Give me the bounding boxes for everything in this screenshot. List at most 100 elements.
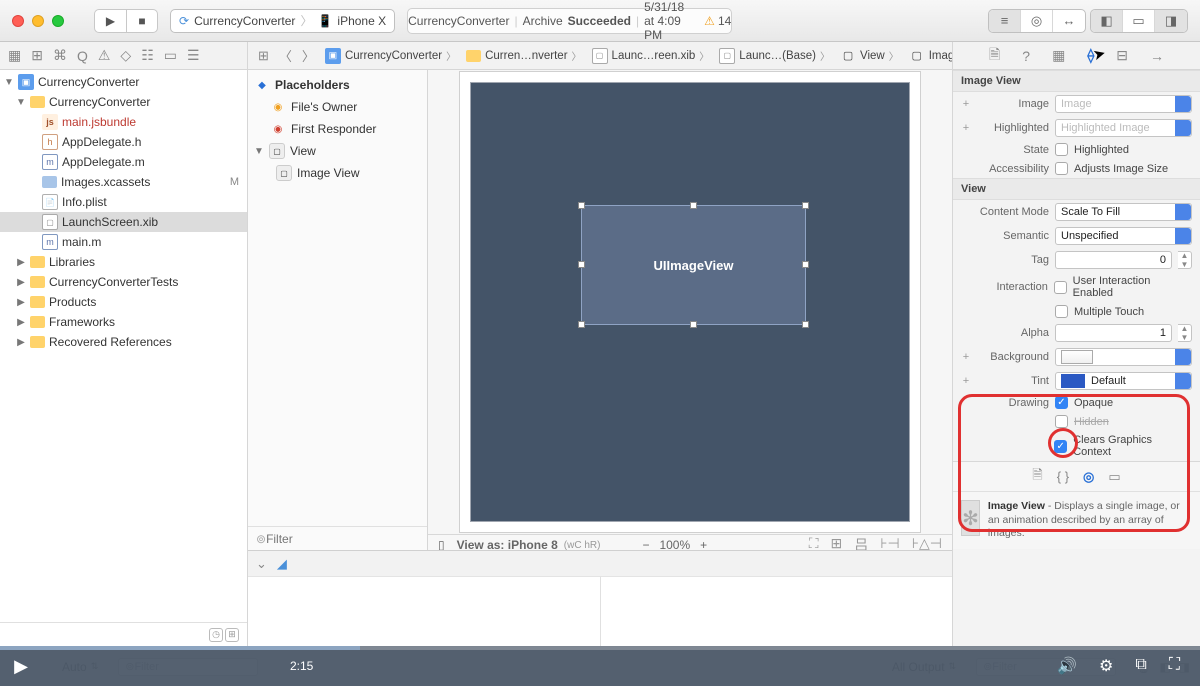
volume-icon[interactable]: 🔊: [1057, 656, 1077, 676]
tag-stepper[interactable]: ▲▼: [1178, 251, 1192, 269]
hidden-checkbox[interactable]: [1055, 415, 1068, 428]
source-control-nav-icon[interactable]: ⊞: [31, 47, 43, 64]
console-output[interactable]: [601, 576, 953, 646]
code-snippet-library-icon[interactable]: { }: [1057, 469, 1069, 484]
tree-file-launchscreen[interactable]: ▢LaunchScreen.xib: [0, 212, 247, 232]
quick-help-icon[interactable]: ?: [1018, 48, 1034, 64]
report-nav-icon[interactable]: ☰: [187, 47, 200, 64]
outline-files-owner[interactable]: ◉File's Owner: [248, 96, 427, 118]
opaque-checkbox[interactable]: ✓: [1055, 396, 1068, 409]
standard-editor-icon[interactable]: ≡: [989, 10, 1021, 32]
project-nav-icon[interactable]: ▦: [8, 47, 21, 64]
outline-placeholders-header[interactable]: ◆Placeholders: [248, 74, 427, 96]
variables-view[interactable]: [248, 576, 601, 646]
stop-button[interactable]: ■: [126, 9, 158, 33]
test-nav-icon[interactable]: ◇: [120, 47, 131, 64]
background-color-well[interactable]: [1055, 348, 1192, 366]
resize-handle[interactable]: [578, 321, 585, 328]
warnings-indicator[interactable]: ⚠14: [704, 14, 731, 28]
breadcrumb-view[interactable]: ▢View〉: [836, 48, 903, 64]
minimize-window-button[interactable]: [32, 15, 44, 27]
tree-group-frameworks[interactable]: ▶Frameworks: [0, 312, 247, 332]
outline-first-responder[interactable]: ◉First Responder: [248, 118, 427, 140]
scm-filter-icon[interactable]: ⊞: [225, 628, 239, 642]
size-inspector-icon[interactable]: ⊟: [1112, 47, 1132, 64]
navigator-filter-bar[interactable]: ◷ ⊞: [0, 622, 247, 646]
connections-inspector-icon[interactable]: →: [1146, 48, 1168, 64]
tree-group-products[interactable]: ▶Products: [0, 292, 247, 312]
library-item-image-view[interactable]: ✻ Image View - Displays a single image, …: [953, 491, 1200, 549]
resize-handle[interactable]: [578, 202, 585, 209]
file-template-library-icon[interactable]: 🗎: [1032, 466, 1042, 488]
content-mode-select[interactable]: Scale To Fill: [1055, 203, 1192, 221]
file-inspector-icon[interactable]: 🗎: [985, 44, 1004, 68]
clock-filter-icon[interactable]: ◷: [209, 628, 223, 642]
tag-field[interactable]: 0: [1055, 251, 1172, 269]
related-items-icon[interactable]: ⊞: [254, 48, 273, 64]
tree-file-appdelegate-h[interactable]: hAppDelegate.h: [0, 132, 247, 152]
tint-color-well[interactable]: Default: [1055, 372, 1192, 390]
breakpoint-nav-icon[interactable]: ▭: [164, 47, 177, 64]
video-progress-track[interactable]: [0, 646, 1200, 650]
clears-graphics-checkbox[interactable]: ✓: [1054, 440, 1067, 453]
user-interaction-checkbox[interactable]: [1054, 281, 1067, 294]
outline-view[interactable]: ▼▢View: [248, 140, 427, 162]
panel-toggle-segmented[interactable]: ◧ ▭ ◨: [1090, 9, 1188, 33]
resize-handle[interactable]: [690, 321, 697, 328]
tree-file-images[interactable]: Images.xcassetsM: [0, 172, 247, 192]
assistant-editor-icon[interactable]: ◎: [1021, 10, 1053, 32]
find-nav-icon[interactable]: Q: [77, 48, 88, 64]
tree-file-main-m[interactable]: mmain.m: [0, 232, 247, 252]
identity-inspector-icon[interactable]: ▦: [1048, 47, 1069, 64]
tree-project-root[interactable]: ▼▣CurrencyConverter: [0, 72, 247, 92]
activity-viewer[interactable]: CurrencyConverter | Archive Succeeded | …: [407, 8, 732, 34]
outline-filter[interactable]: ⊚: [248, 526, 427, 550]
editor-mode-segmented[interactable]: ≡ ◎ ↔: [988, 9, 1086, 33]
play-button[interactable]: ▶: [0, 656, 42, 677]
breadcrumb-project[interactable]: ▣CurrencyConverter〉: [321, 48, 460, 64]
breadcrumb-file[interactable]: ▢Launc…reen.xib〉: [588, 48, 714, 64]
toggle-inspector-icon[interactable]: ◨: [1155, 10, 1187, 32]
object-library-icon[interactable]: ◎: [1083, 469, 1094, 485]
run-button[interactable]: ▶: [94, 9, 126, 33]
settings-gear-icon[interactable]: ⚙: [1099, 656, 1113, 676]
tree-group-tests[interactable]: ▶CurrencyConverterTests: [0, 272, 247, 292]
nav-forward-button[interactable]: 〉: [298, 46, 319, 65]
toggle-navigator-icon[interactable]: ◧: [1091, 10, 1123, 32]
alpha-stepper[interactable]: ▲▼: [1178, 324, 1192, 342]
debug-nav-icon[interactable]: ☷: [141, 47, 154, 64]
symbol-nav-icon[interactable]: ⌘: [53, 47, 67, 64]
breadcrumb-group[interactable]: Curren…nverter〉: [462, 48, 585, 63]
media-library-icon[interactable]: ▭: [1108, 469, 1120, 485]
tree-group-recovered[interactable]: ▶Recovered References: [0, 332, 247, 352]
version-editor-icon[interactable]: ↔: [1053, 10, 1085, 32]
scheme-selector[interactable]: ⟳ CurrencyConverter 〉 📱 iPhone X: [170, 9, 395, 33]
outline-filter-input[interactable]: [266, 532, 421, 546]
breadcrumb-base[interactable]: ▢Launc…(Base)〉: [715, 48, 834, 64]
tree-file-jsbundle[interactable]: jsmain.jsbundle: [0, 112, 247, 132]
zoom-window-button[interactable]: [52, 15, 64, 27]
resize-handle[interactable]: [802, 321, 809, 328]
close-window-button[interactable]: [12, 15, 24, 27]
pip-icon[interactable]: ⧉: [1135, 656, 1146, 676]
image-field[interactable]: Image: [1055, 95, 1192, 113]
selected-uiimageview[interactable]: UIImageView: [581, 205, 806, 325]
tree-group-main[interactable]: ▼CurrencyConverter: [0, 92, 247, 112]
tree-group-libraries[interactable]: ▶Libraries: [0, 252, 247, 272]
tree-file-appdelegate-m[interactable]: mAppDelegate.m: [0, 152, 247, 172]
breakpoint-toggle-icon[interactable]: ◢: [277, 556, 287, 572]
nav-back-button[interactable]: 〈: [275, 46, 296, 65]
semantic-select[interactable]: Unspecified: [1055, 227, 1192, 245]
tree-file-infoplist[interactable]: 📄Info.plist: [0, 192, 247, 212]
outline-image-view[interactable]: ▢Image View: [248, 162, 427, 184]
alpha-field[interactable]: 1: [1055, 324, 1172, 342]
multiple-touch-checkbox[interactable]: [1055, 305, 1068, 318]
resize-handle[interactable]: [802, 202, 809, 209]
toggle-debug-icon[interactable]: ▭: [1123, 10, 1155, 32]
adjusts-image-size-checkbox[interactable]: [1055, 162, 1068, 175]
state-highlighted-checkbox[interactable]: [1055, 143, 1068, 156]
resize-handle[interactable]: [802, 261, 809, 268]
resize-handle[interactable]: [578, 261, 585, 268]
resize-handle[interactable]: [690, 202, 697, 209]
fullscreen-icon[interactable]: ⛶: [1169, 656, 1180, 676]
